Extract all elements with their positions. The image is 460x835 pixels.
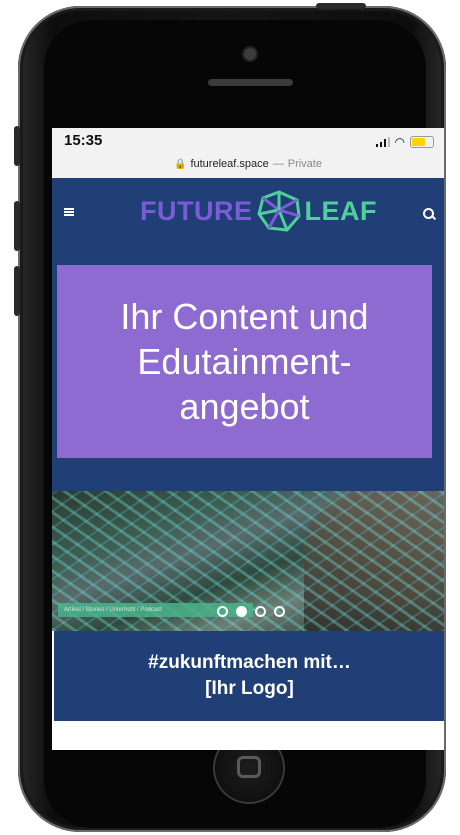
front-camera: [244, 48, 256, 60]
slider-caption-text: Artikel / Stories / Unterricht / Podcast: [64, 607, 163, 613]
leaf-logo-icon: [256, 190, 301, 232]
slider-dot[interactable]: [217, 606, 228, 617]
url-separator: —: [272, 158, 284, 170]
slider-dot[interactable]: [274, 606, 285, 617]
home-square-icon: [237, 756, 261, 778]
power-button: [316, 3, 366, 9]
url-bar[interactable]: 🔒 futureleaf.space — Private: [52, 150, 444, 178]
lock-icon: 🔒: [174, 158, 187, 170]
earpiece-speaker: [208, 79, 293, 86]
battery-icon: [410, 136, 434, 148]
hero-box: Ihr Content und Edutainment- angebot: [57, 265, 432, 458]
hero-line-2: Edutainment-: [137, 341, 352, 382]
site-logo[interactable]: FUTURE LEAF: [140, 190, 377, 232]
slider-dot[interactable]: [255, 606, 266, 617]
logo-word-leaf: LEAF: [304, 195, 377, 226]
search-icon[interactable]: [423, 208, 434, 219]
hero-line-1: Ihr Content und: [120, 296, 369, 337]
slider-dot-active[interactable]: [236, 606, 247, 617]
logo-word-future: FUTURE: [140, 195, 253, 226]
signal-icon: [375, 137, 390, 147]
sponsor-banner: #zukunftmachen mit… [Ihr Logo]: [54, 631, 444, 721]
wifi-icon: ◠: [394, 135, 405, 149]
banner-logo-placeholder: [Ihr Logo]: [205, 678, 294, 699]
slider-dots: [217, 606, 285, 617]
volume-down-button: [14, 266, 20, 316]
page-content-below: [52, 721, 444, 750]
hamburger-menu-icon[interactable]: [64, 208, 74, 216]
hero-line-3: angebot: [179, 386, 310, 427]
phone-screen: 15:35 ◠ 🔒 futureleaf.space — Private FUT…: [52, 128, 444, 750]
mute-switch: [14, 126, 20, 166]
banner-hashtag: #zukunftmachen mit…: [148, 652, 351, 673]
site-header: FUTURE LEAF: [52, 178, 444, 248]
hero-slider-image[interactable]: Artikel / Stories / Unterricht / Podcast: [52, 491, 444, 631]
status-icons: ◠: [375, 135, 434, 149]
volume-up-button: [14, 201, 20, 251]
url-domain: futureleaf.space: [190, 158, 269, 170]
hero-heading: Ihr Content und Edutainment- angebot: [120, 294, 368, 429]
private-mode-label: Private: [287, 158, 322, 170]
status-time: 15:35: [64, 132, 103, 149]
